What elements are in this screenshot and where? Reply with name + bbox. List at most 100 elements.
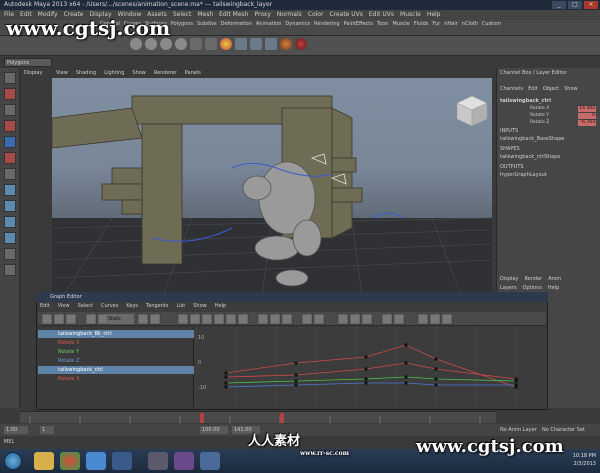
3d-viewport[interactable] <box>52 78 492 298</box>
character-set-field[interactable]: No Character Set <box>540 426 598 434</box>
paint-select-icon[interactable] <box>4 104 16 116</box>
shelf-tab[interactable]: nCloth <box>462 20 478 28</box>
viewport-menu-item[interactable]: View <box>56 69 68 78</box>
sphere-icon[interactable] <box>175 38 187 50</box>
channel-box-tab[interactable]: Show <box>564 86 578 92</box>
viewport-menu-item[interactable]: Lighting <box>104 69 124 78</box>
inputs-node[interactable]: tailswingback_BaseShape <box>500 136 564 142</box>
app-icon[interactable] <box>174 452 194 470</box>
layout-outliner-icon[interactable] <box>4 232 16 244</box>
shelf-tab[interactable]: Fur <box>432 20 440 28</box>
shelf-tab[interactable]: Toon <box>377 20 389 28</box>
layer-menu-item[interactable]: Help <box>548 285 559 291</box>
graph-outliner-item[interactable]: Rotate Y <box>38 348 194 356</box>
graph-outliner-item[interactable]: tailswingback_ctrl <box>38 366 194 374</box>
graph-outliner-item[interactable]: Rotate X <box>38 375 194 383</box>
render-icon[interactable] <box>265 38 277 50</box>
shelf-tab[interactable]: Subdivs <box>197 20 217 28</box>
layout-two-icon[interactable] <box>4 216 16 228</box>
attribute-value[interactable]: 0 <box>578 113 596 119</box>
graph-outliner-item[interactable]: Rotate X <box>38 339 194 347</box>
lasso-tool-icon[interactable] <box>4 88 16 100</box>
attribute-value[interactable]: 14.302 <box>578 106 596 112</box>
layout-four-icon[interactable] <box>4 200 16 212</box>
shelf-tab[interactable]: Deformation <box>221 20 252 28</box>
menu-item[interactable]: Mesh <box>197 10 213 20</box>
color-wheel-icon[interactable] <box>220 38 232 50</box>
time-slider[interactable] <box>20 411 496 424</box>
graph-editor-curve-view[interactable]: 10 0 -10 <box>196 327 546 407</box>
anim-layer-field[interactable]: No Anim Layer <box>498 426 538 434</box>
start-time-field[interactable]: 1.00 <box>4 426 28 434</box>
menu-item[interactable]: Color <box>308 10 324 20</box>
shelf-tab[interactable]: Custom <box>482 20 501 28</box>
app-icon[interactable] <box>112 452 132 470</box>
chrome-icon[interactable] <box>60 452 80 470</box>
layer-menu-item[interactable]: Layers <box>500 285 517 291</box>
layer-menu-item[interactable]: Options <box>523 285 542 291</box>
viewport-menu-item[interactable]: Show <box>132 69 146 78</box>
viewport-menu-item[interactable]: Panels <box>185 69 201 78</box>
channel-attribute-row[interactable]: Rotate Y 0 <box>530 113 596 119</box>
maya-icon[interactable] <box>200 452 220 470</box>
menu-item[interactable]: Muscle <box>400 10 421 20</box>
file-explorer-icon[interactable] <box>34 452 54 470</box>
menu-item[interactable]: Create UVs <box>329 10 362 20</box>
channel-box-tab[interactable]: Channels <box>500 86 523 92</box>
start-button-icon[interactable] <box>4 452 22 470</box>
shapes-node[interactable]: tailswingback_ctrlShape <box>500 154 560 160</box>
material-icon[interactable] <box>295 38 307 50</box>
mode-selector[interactable]: Polygons <box>4 58 52 67</box>
shelf-tab[interactable]: Animation <box>256 20 282 28</box>
menu-item[interactable]: Proxy <box>254 10 270 20</box>
channel-box-tab[interactable]: Object <box>543 86 559 92</box>
layer-tab[interactable]: Display <box>500 276 518 282</box>
select-tool-icon[interactable] <box>4 72 16 84</box>
menu-item[interactable]: Edit Mesh <box>219 10 248 20</box>
rotate-tool-icon[interactable] <box>4 136 16 148</box>
outputs-node[interactable]: hyperGraphLayout <box>500 172 547 178</box>
cube-icon[interactable] <box>205 38 217 50</box>
app-icon[interactable] <box>148 452 168 470</box>
viewport-menu-item[interactable]: Renderer <box>154 69 177 78</box>
shelf-tab[interactable]: Dynamics <box>285 20 310 28</box>
shelf-tab[interactable]: Fluids <box>414 20 429 28</box>
material-icon[interactable] <box>280 38 292 50</box>
quicktime-icon[interactable] <box>86 452 106 470</box>
graph-editor-menu-item[interactable]: Curves <box>101 303 118 309</box>
shelf-tab[interactable]: Muscle <box>392 20 409 28</box>
end-time-field[interactable]: 100.00 <box>200 426 228 434</box>
graph-stats-field[interactable]: Stats <box>106 314 134 324</box>
channel-attribute-row[interactable]: Rotate X 14.302 <box>530 106 596 112</box>
menu-item[interactable]: Edit UVs <box>369 10 394 20</box>
shelf-tab[interactable]: Polygons <box>171 20 193 28</box>
render-icon[interactable] <box>250 38 262 50</box>
channel-attribute-row[interactable]: Rotate Z -6.763 <box>530 120 596 126</box>
graph-editor-menu-item[interactable]: Show <box>193 303 207 309</box>
cube-icon[interactable] <box>190 38 202 50</box>
selected-node-name[interactable]: tailswingback_ctrl <box>500 98 551 104</box>
current-frame-field[interactable]: 1 <box>40 426 54 434</box>
move-tool-icon[interactable] <box>4 120 16 132</box>
menu-item[interactable]: Help <box>427 10 441 20</box>
layout-single-icon[interactable] <box>4 184 16 196</box>
menu-item[interactable]: Normals <box>277 10 302 20</box>
graph-editor-menu-item[interactable]: Tangents <box>146 303 168 309</box>
layout-hypershade-icon[interactable] <box>4 264 16 276</box>
channel-box-tab[interactable]: Edit <box>528 86 538 92</box>
layout-graph-icon[interactable] <box>4 248 16 260</box>
layer-tab[interactable]: Render <box>524 276 542 282</box>
scale-tool-icon[interactable] <box>4 152 16 164</box>
graph-editor-menu-item[interactable]: Keys <box>126 303 138 309</box>
graph-editor-menu-item[interactable]: View <box>58 303 70 309</box>
shelf-tab[interactable]: PaintEffects <box>344 20 373 28</box>
graph-editor-menu-item[interactable]: Edit <box>40 303 50 309</box>
layer-tab[interactable]: Anim <box>548 276 561 282</box>
graph-editor-menu-item[interactable]: Help <box>215 303 226 309</box>
shelf-tab[interactable]: nHair <box>444 20 457 28</box>
close-icon[interactable]: × <box>584 1 598 9</box>
graph-editor-menu-item[interactable]: Select <box>78 303 93 309</box>
graph-editor-menu-item[interactable]: List <box>176 303 185 309</box>
viewport-menu-item[interactable]: Shading <box>76 69 96 78</box>
graph-outliner-item[interactable]: Rotate Z <box>38 357 194 365</box>
